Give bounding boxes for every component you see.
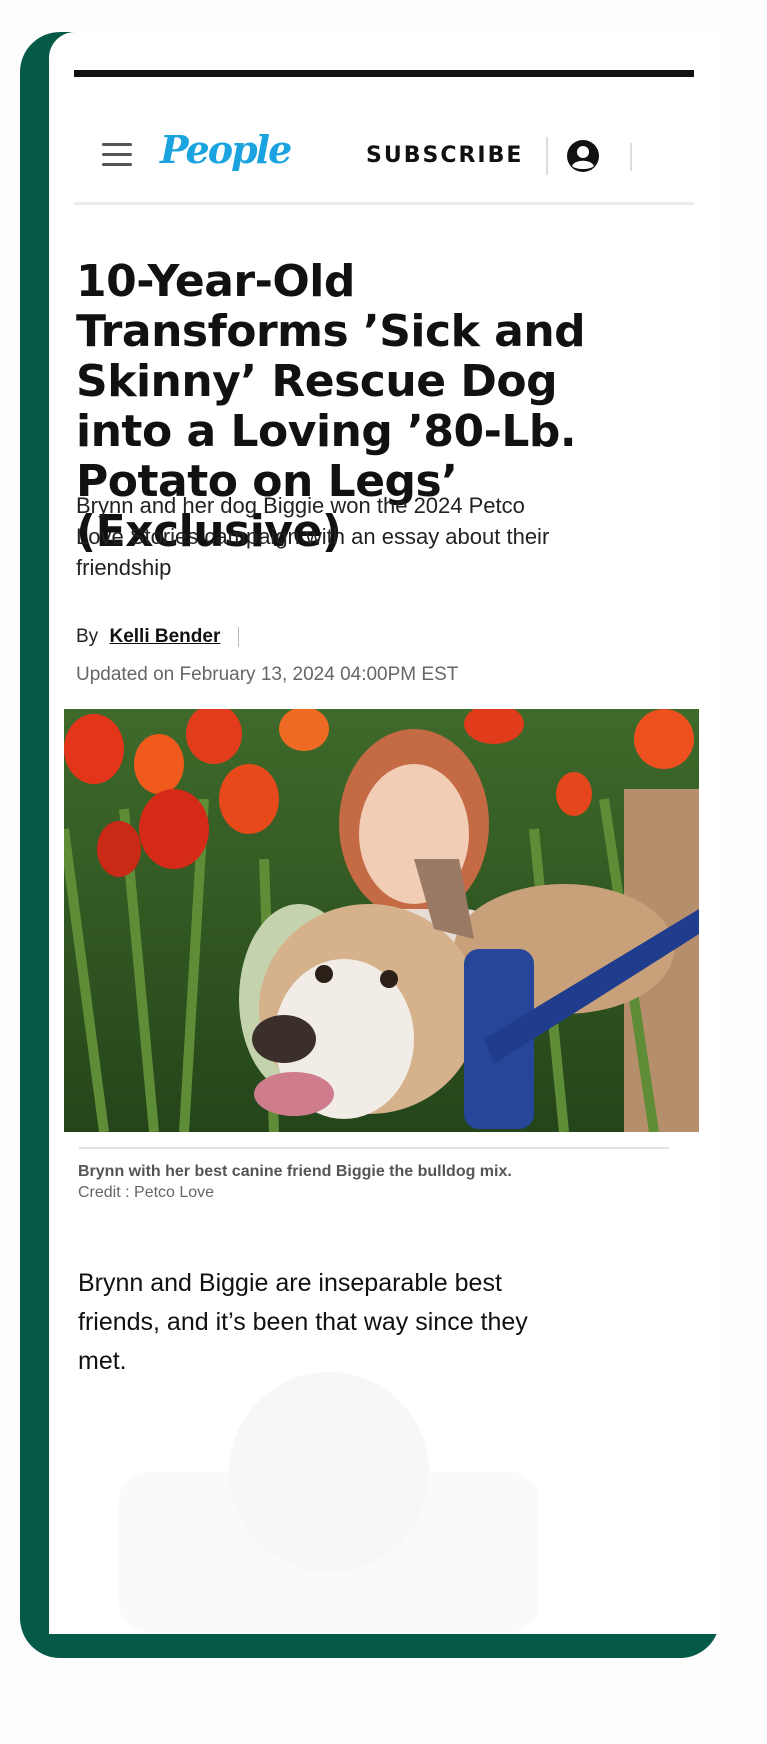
user-circle-icon[interactable] xyxy=(566,139,600,173)
loading-placeholder-circle xyxy=(229,1372,429,1572)
site-header: People SUBSCRIBE xyxy=(74,77,694,205)
phone-screen: People SUBSCRIBE 10-Year-Old Transforms … xyxy=(49,32,720,1634)
people-logo[interactable]: People xyxy=(160,127,292,172)
article-dek: Brynn and her dog Biggie won the 2024 Pe… xyxy=(76,493,550,580)
hamburger-menu-icon[interactable] xyxy=(102,143,132,166)
updated-date: Updated on February 13, 2024 04:00PM EST xyxy=(76,664,459,685)
subscribe-button[interactable]: SUBSCRIBE xyxy=(366,143,523,168)
byline: By Kelli Bender xyxy=(76,626,239,648)
header-divider xyxy=(546,137,548,175)
header-divider xyxy=(630,143,632,171)
caption-rule xyxy=(79,1147,669,1149)
byline-divider xyxy=(237,626,239,647)
body-paragraph: Brynn and Biggie are inseparable best fr… xyxy=(78,1269,528,1375)
image-credit: Credit : Petco Love xyxy=(78,1184,215,1201)
image-caption: Brynn with her best canine friend Biggie… xyxy=(78,1163,512,1180)
byline-prefix: By xyxy=(76,626,99,647)
author-link[interactable]: Kelli Bender xyxy=(109,626,220,647)
top-rule xyxy=(74,70,694,77)
photo-illustration xyxy=(64,709,699,1132)
article-photo xyxy=(64,709,699,1132)
